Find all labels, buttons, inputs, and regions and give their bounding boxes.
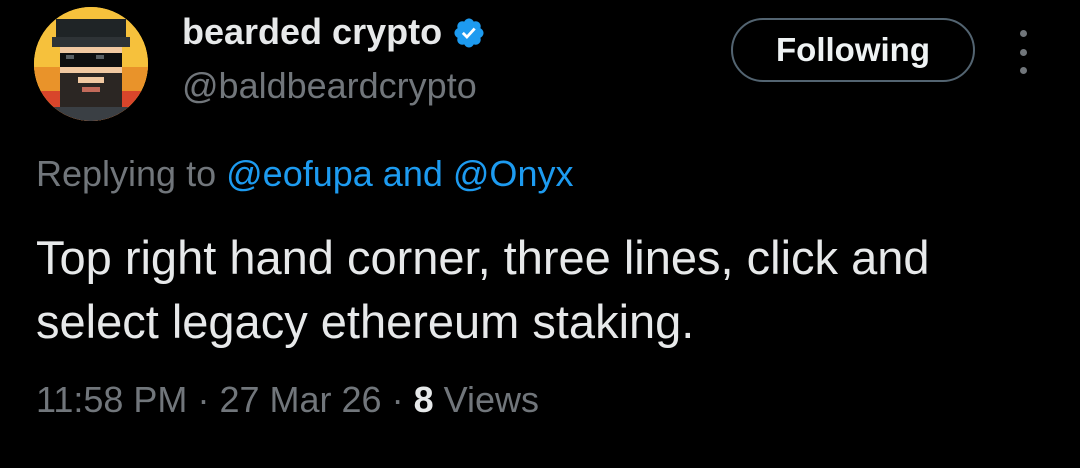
meta-separator: · xyxy=(391,379,404,420)
views-label[interactable]: Views xyxy=(444,379,539,420)
tweet-date[interactable]: 27 Mar 26 xyxy=(219,379,381,420)
tweet-text: Top right hand corner, three lines, clic… xyxy=(36,231,930,348)
tweet-meta: 11:58 PM · 27 Mar 26 · 8 Views xyxy=(36,376,539,424)
views-count[interactable]: 8 xyxy=(414,379,434,420)
reply-context: Replying to @eofupa and @Onyx xyxy=(36,150,573,198)
mention-conjunction[interactable]: and xyxy=(383,153,443,194)
avatar-pixel-art xyxy=(34,7,148,121)
meta-separator: · xyxy=(197,379,210,420)
mention-onyx[interactable]: @Onyx xyxy=(453,153,574,194)
verified-badge-icon xyxy=(452,16,486,50)
author-name-row: bearded crypto xyxy=(182,8,486,56)
following-button[interactable]: Following xyxy=(731,18,975,82)
mention-eofupa[interactable]: @eofupa xyxy=(226,153,373,194)
author-display-name[interactable]: bearded crypto xyxy=(182,8,442,56)
more-dot xyxy=(1019,48,1027,56)
more-vertical-icon[interactable] xyxy=(1008,30,1038,74)
author-handle[interactable]: @baldbeardcrypto xyxy=(182,62,477,110)
tweet-time[interactable]: 11:58 PM xyxy=(36,379,187,420)
more-dot xyxy=(1019,67,1027,74)
more-dot xyxy=(1019,30,1027,37)
reply-prefix: Replying to xyxy=(36,153,217,194)
author-avatar[interactable] xyxy=(34,7,148,121)
